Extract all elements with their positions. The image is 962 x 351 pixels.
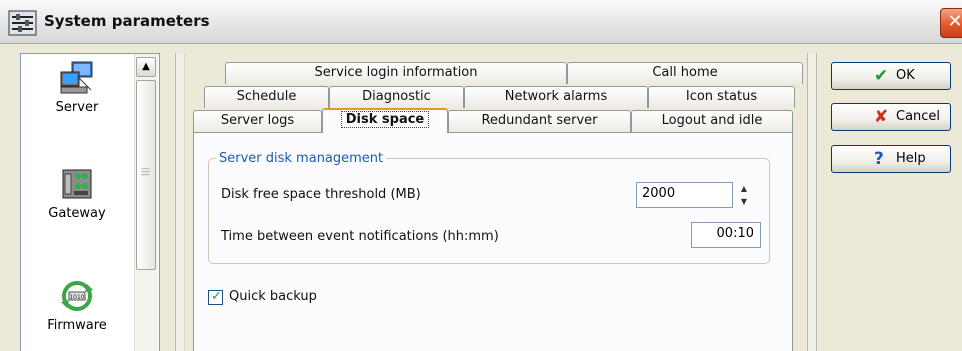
ok-button[interactable]: ✔ OK	[831, 62, 951, 90]
chevron-up-icon: ▲	[142, 61, 150, 72]
tab-network-alarms[interactable]: Network alarms	[464, 86, 648, 108]
nav-item-server[interactable]: Server	[22, 60, 132, 115]
threshold-label: Disk free space threshold (MB)	[221, 187, 421, 202]
gateway-icon	[59, 166, 95, 202]
group-title: Server disk management	[216, 151, 387, 166]
nav-label-gateway: Gateway	[48, 206, 106, 221]
system-parameters-icon	[8, 8, 38, 38]
spin-up-icon[interactable]: ▲	[733, 182, 755, 195]
cross-icon: ✘	[874, 107, 889, 127]
quick-backup-label: Quick backup	[229, 289, 317, 304]
threshold-input[interactable]: 2000	[636, 182, 733, 208]
tab-server-logs[interactable]: Server logs	[193, 110, 322, 132]
window-title: System parameters	[44, 12, 210, 30]
nav-item-gateway[interactable]: Gateway	[22, 166, 132, 221]
content-frame-right	[807, 53, 817, 351]
check-icon: ✓	[211, 289, 222, 304]
notify-label: Time between event notifications (hh:mm)	[221, 229, 499, 244]
quick-backup-checkbox[interactable]: ✓	[208, 289, 223, 305]
svg-text:1010: 1010	[69, 294, 84, 301]
nav-label-server: Server	[55, 100, 99, 115]
close-button[interactable]: ✕	[940, 8, 962, 38]
ok-label: OK	[896, 68, 915, 83]
tab-logout-and-idle[interactable]: Logout and idle	[631, 110, 793, 132]
tab-service-login-information[interactable]: Service login information	[225, 62, 567, 84]
spin-down-icon[interactable]: ▼	[733, 195, 755, 208]
nav-label-firmware: Firmware	[47, 318, 107, 333]
notify-interval-input[interactable]: 00:10	[691, 222, 761, 248]
grip-icon: — — —	[141, 164, 150, 180]
threshold-spinner[interactable]: ▲ ▼	[733, 182, 755, 208]
tab-diagnostic[interactable]: Diagnostic	[329, 86, 464, 108]
tab-schedule[interactable]: Schedule	[204, 86, 329, 108]
tab-disk-space[interactable]: Disk space	[322, 108, 448, 133]
server-disk-management-group	[208, 158, 770, 264]
tab-call-home[interactable]: Call home	[567, 62, 803, 84]
checkmark-icon: ✔	[874, 66, 889, 86]
help-button[interactable]: ? Help	[831, 145, 951, 173]
nav-item-firmware[interactable]: 1010 Firmware	[22, 278, 132, 333]
firmware-icon: 1010	[59, 278, 95, 314]
tab-redundant-server[interactable]: Redundant server	[448, 110, 631, 132]
close-icon: ✕	[947, 11, 962, 32]
tab-disk-space-label: Disk space	[340, 111, 430, 128]
cancel-button[interactable]: ✘ Cancel	[831, 103, 951, 131]
help-label: Help	[896, 151, 926, 166]
cancel-label: Cancel	[896, 109, 941, 124]
question-icon: ?	[874, 149, 884, 169]
tab-icon-status[interactable]: Icon status	[648, 86, 795, 108]
server-icon	[59, 60, 95, 96]
scroll-up-button[interactable]: ▲	[136, 57, 156, 77]
content-frame-left	[175, 53, 185, 351]
